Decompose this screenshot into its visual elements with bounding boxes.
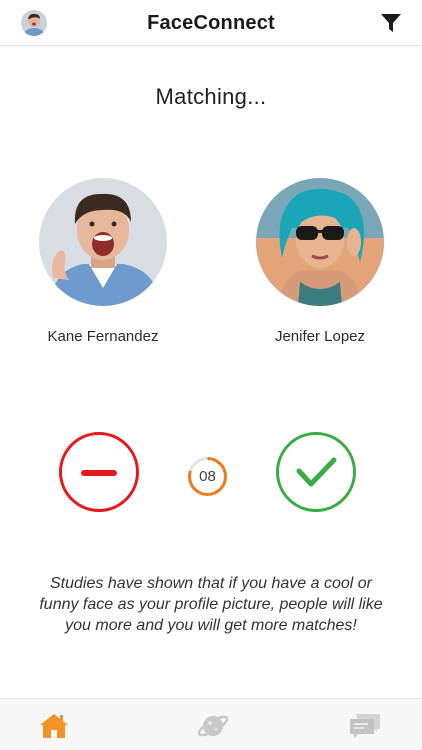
app-title: FaceConnect [147,12,275,34]
nav-messages[interactable] [348,712,382,740]
profile-name-left: Kane Fernandez [47,328,159,345]
profile-card-right: Jenifer Lopez [240,178,400,345]
bottom-navigation [0,698,422,750]
chat-icon [350,714,380,738]
profile-photo-left[interactable] [39,178,167,306]
woman-portrait-image [256,178,384,306]
profile-name-right: Jenifer Lopez [274,328,366,345]
planet-icon [197,715,229,737]
app-header: FaceConnect [0,0,422,46]
timer-count: 08 [199,468,216,485]
reject-button[interactable] [59,432,139,512]
nav-explore[interactable] [196,712,230,740]
accept-button[interactable] [276,432,356,512]
man-portrait-image [39,178,167,306]
matching-title: Matching... [155,84,267,109]
countdown-timer: 08 [187,456,228,497]
check-icon [296,457,337,487]
profile-card-left: Kane Fernandez [23,178,183,345]
filter-icon[interactable] [380,13,402,33]
nav-home[interactable] [37,712,71,740]
home-icon [40,714,68,738]
minus-icon [81,470,117,476]
tip-text: Studies have shown that if you have a co… [39,575,383,634]
profile-photo-right[interactable] [256,178,384,306]
